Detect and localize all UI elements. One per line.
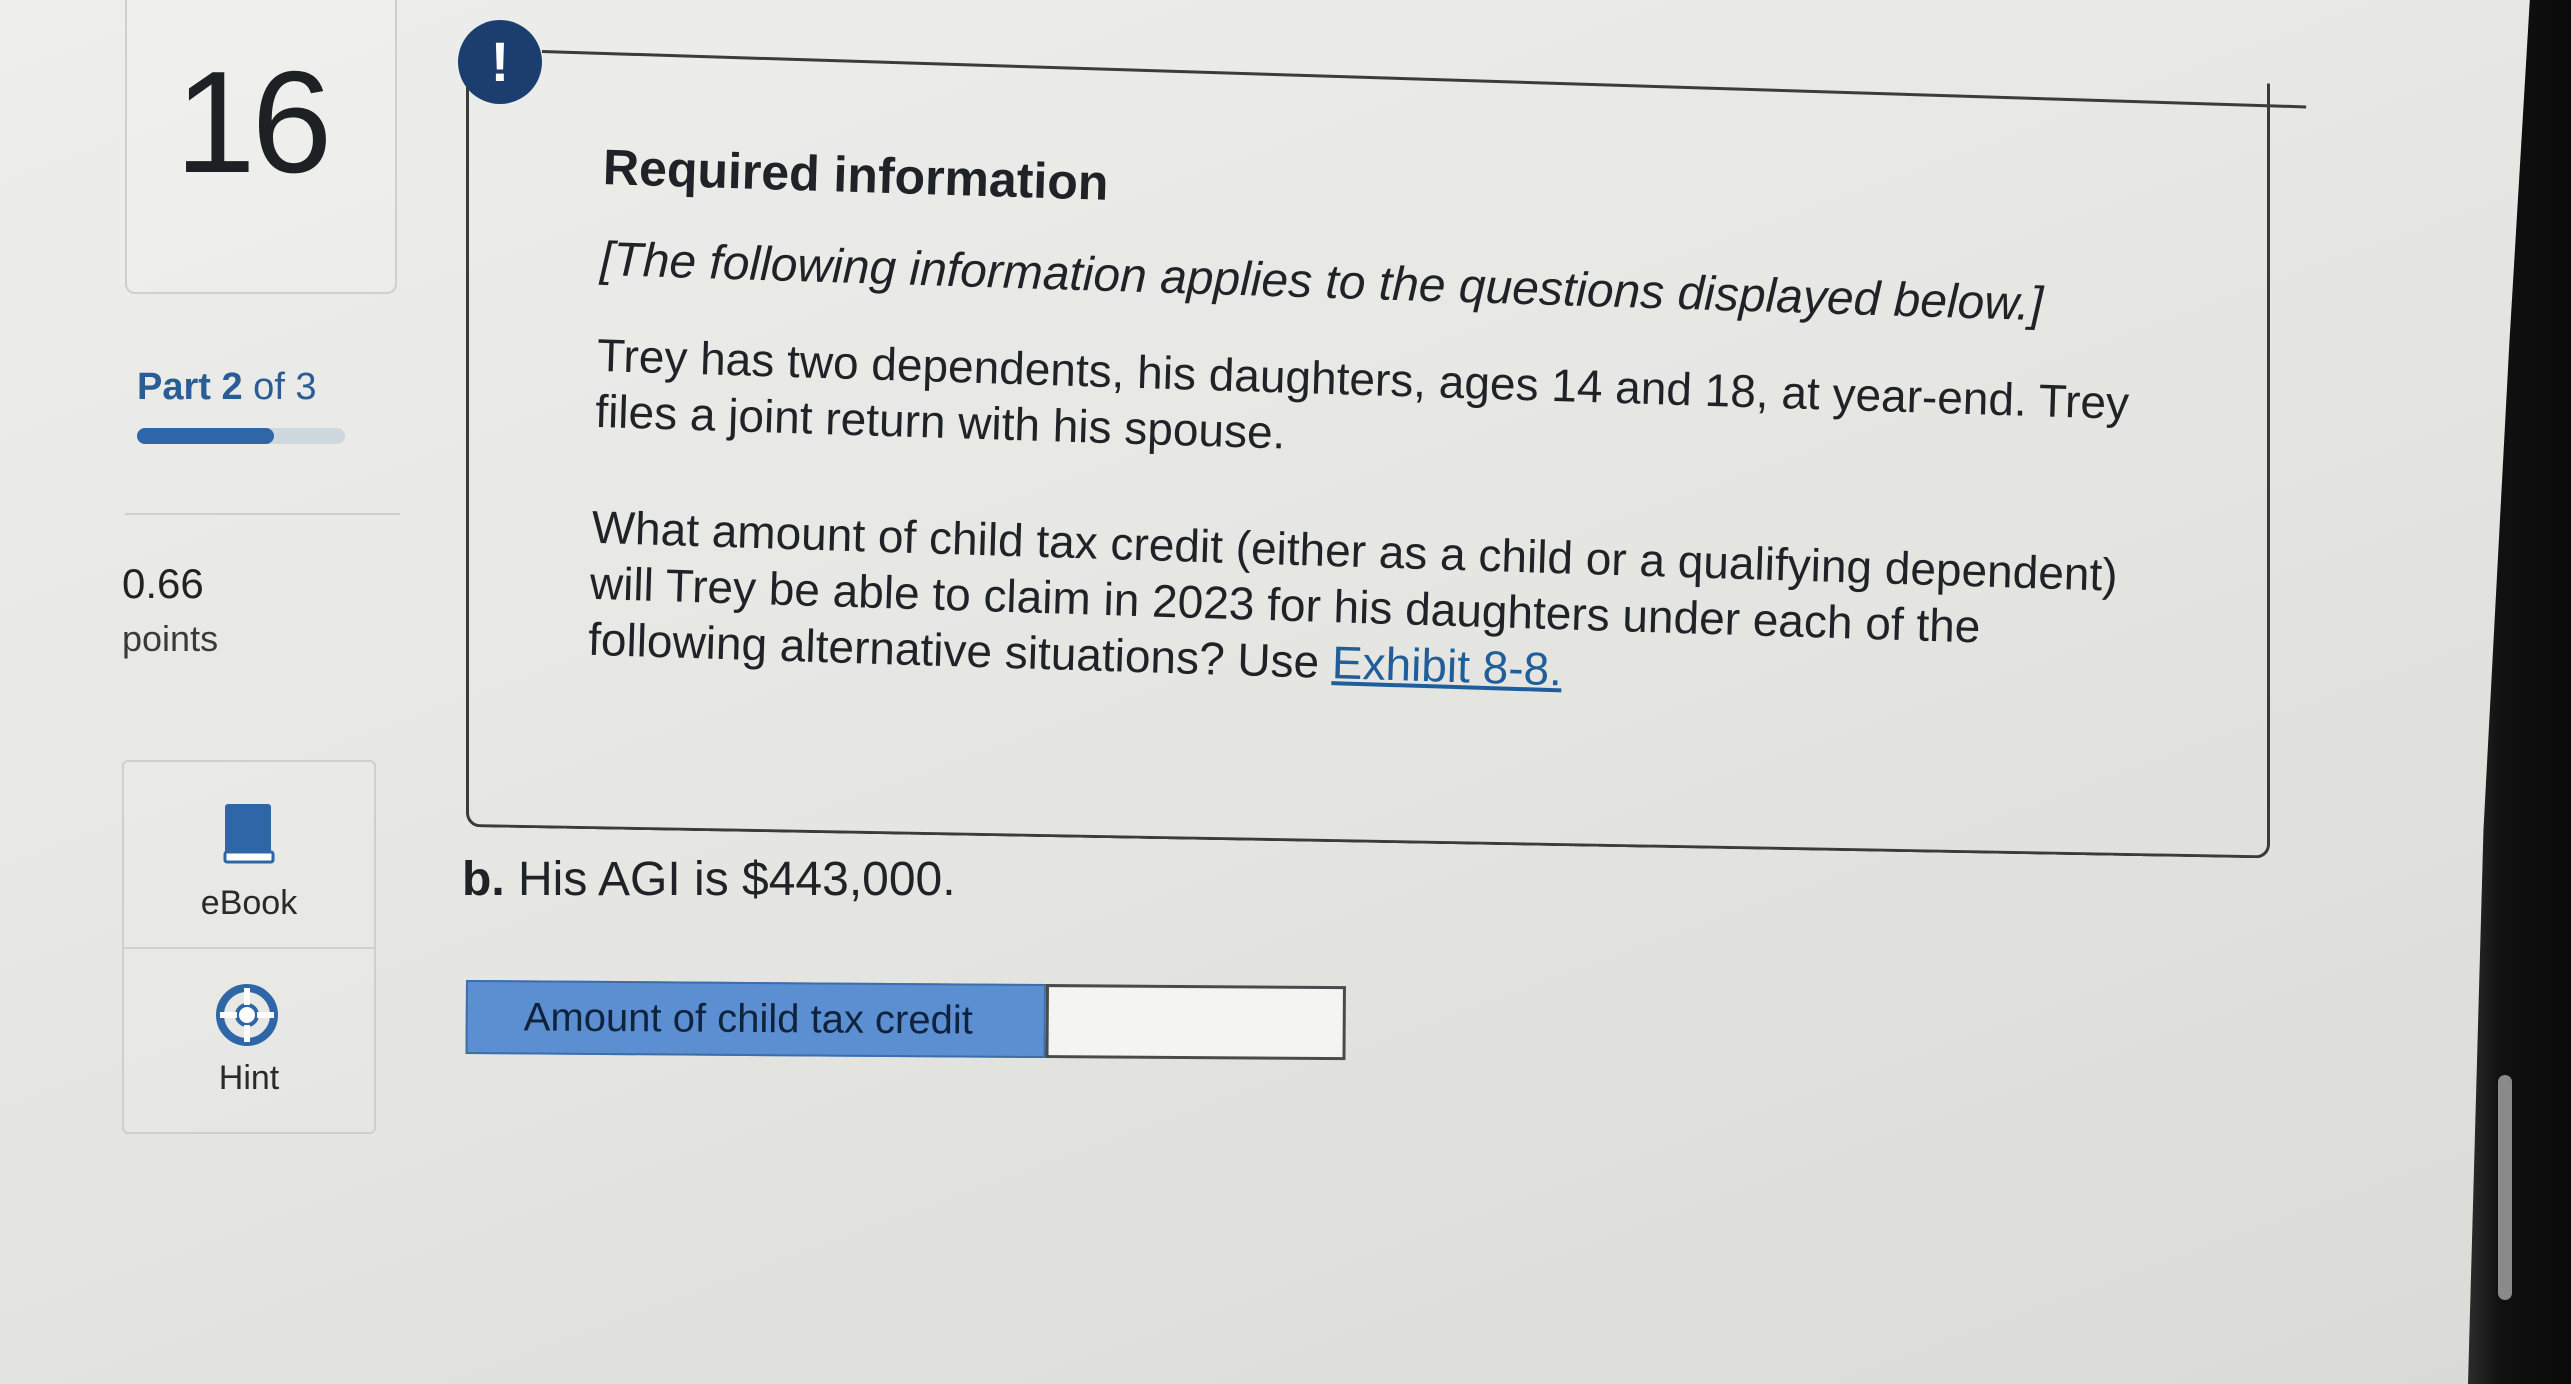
hint-label: Hint <box>218 1059 280 1097</box>
answer-label: Amount of child tax credit <box>465 980 1046 1059</box>
screen-bezel <box>2468 0 2571 1384</box>
tools-panel: eBook Hint <box>122 760 376 1134</box>
sidebar-divider <box>125 513 400 515</box>
scenario-paragraph: Trey has two dependents, his daughters, … <box>594 328 2130 459</box>
points-value: 0.66 <box>122 560 204 607</box>
part-progress-fill <box>137 428 275 444</box>
ebook-label: eBook <box>200 884 298 922</box>
part-current: Part 2 <box>137 366 243 408</box>
required-info-content: Required information [The following info… <box>585 138 2163 776</box>
ebook-button[interactable]: eBook <box>124 762 374 947</box>
child-tax-credit-input[interactable] <box>1045 984 1346 1061</box>
lifebuoy-icon <box>216 984 278 1046</box>
required-info-note: [The following information applies to th… <box>599 232 2044 332</box>
sub-question-label: b. <box>462 853 505 906</box>
sub-question: b. His AGI is $443,000. <box>462 852 956 907</box>
question-number: 16 <box>175 41 332 203</box>
points-label: points <box>122 618 219 659</box>
exhibit-link[interactable]: Exhibit 8-8. <box>1331 636 1563 695</box>
part-indicator: Part 2 of 3 <box>137 366 317 409</box>
sub-question-text: His AGI is $443,000. <box>504 853 956 906</box>
question-paragraph: What amount of child tax credit (either … <box>587 499 2152 716</box>
part-progress-bar <box>137 428 345 444</box>
part-total: of 3 <box>242 366 317 408</box>
answer-row: Amount of child tax credit <box>465 980 1347 1061</box>
hint-button[interactable]: Hint <box>124 949 374 1129</box>
alert-icon: ! <box>458 20 542 104</box>
book-icon <box>223 804 275 864</box>
scrollbar[interactable] <box>2498 1075 2512 1300</box>
